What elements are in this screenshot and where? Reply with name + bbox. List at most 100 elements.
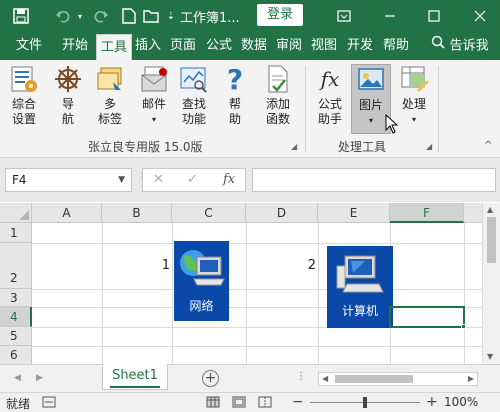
picture-label: 计算机 (341, 304, 378, 318)
zoom-level[interactable]: 100% (444, 395, 478, 409)
horizontal-scrollbar[interactable]: ◀ ▶ (318, 372, 478, 386)
svg-text:?: ? (227, 64, 243, 94)
page-break-view-icon[interactable] (258, 396, 272, 408)
button-label: 功能 (181, 112, 206, 126)
column-header-b[interactable]: B (102, 203, 172, 223)
tab-tools[interactable]: 工具 (96, 34, 132, 60)
horizontal-scroll-thumb[interactable] (335, 375, 413, 383)
network-picture[interactable]: 网络 (174, 241, 229, 321)
tab-file[interactable]: 文件 (8, 32, 50, 60)
process-button[interactable]: 处理 ▾ (396, 64, 432, 127)
new-file-icon[interactable] (118, 5, 140, 27)
row-header-6[interactable]: 6 (0, 346, 32, 364)
tab-help[interactable]: 帮助 (380, 32, 412, 60)
next-sheet-icon[interactable]: ▶ (36, 373, 43, 383)
vertical-scroll-thumb[interactable] (487, 217, 496, 263)
zoom-in-button[interactable]: + (426, 394, 438, 410)
ribbon-display-icon[interactable] (330, 4, 358, 28)
window-title: 工作簿1... (180, 11, 240, 26)
restore-icon[interactable] (420, 4, 448, 28)
column-header-d[interactable]: D (246, 203, 318, 223)
undo-icon[interactable] (52, 5, 74, 27)
gridline (32, 243, 482, 244)
scroll-up-icon[interactable]: ▲ (487, 205, 493, 214)
column-header-e[interactable]: E (318, 203, 390, 223)
minimize-icon[interactable] (376, 4, 404, 28)
mail-button[interactable]: 邮件 ▾ (136, 64, 172, 127)
group-separator (438, 66, 439, 152)
multi-tab-button[interactable]: 多 标签 (92, 64, 128, 127)
help-button[interactable]: ? 帮 助 (220, 64, 250, 127)
row-header-3[interactable]: 3 (0, 289, 32, 307)
column-header-c[interactable]: C (172, 203, 246, 223)
formula-helper-button[interactable]: fx 公式 助手 (312, 64, 348, 127)
vertical-scrollbar[interactable]: ▲ ▼ (482, 203, 500, 364)
row-header-2[interactable]: 2 (0, 243, 32, 289)
fx-icon: fx (319, 67, 340, 91)
add-function-icon (268, 65, 288, 93)
gridline (32, 289, 482, 290)
previous-sheet-icon[interactable]: ◀ (14, 373, 21, 383)
tab-insert[interactable]: 插入 (133, 32, 163, 60)
redo-icon[interactable] (90, 5, 112, 27)
insert-function-button[interactable]: fx (223, 169, 235, 191)
login-button[interactable]: 登录 (257, 4, 303, 26)
tab-review[interactable]: 审阅 (273, 32, 305, 60)
button-label: 设置 (11, 112, 36, 126)
group-separator (305, 66, 306, 152)
add-function-button[interactable]: 添加 函数 (260, 64, 296, 127)
computer-picture[interactable]: 计算机 (327, 246, 393, 328)
group-label-processing: 处理工具 (338, 140, 387, 154)
collapse-ribbon-icon[interactable]: ^ (484, 140, 492, 151)
dialog-launcher-icon[interactable]: ◢ (291, 142, 297, 151)
computer-icon (336, 255, 384, 293)
button-label: 导 (61, 97, 74, 111)
select-all-button[interactable] (0, 203, 32, 223)
tab-split-handle-icon[interactable]: ⋮ (296, 371, 306, 382)
scroll-right-icon[interactable]: ▶ (468, 374, 474, 383)
tab-home[interactable]: 开始 (56, 32, 94, 60)
tab-view[interactable]: 视图 (308, 32, 340, 60)
row-header-1[interactable]: 1 (0, 223, 32, 243)
page-layout-view-icon[interactable] (232, 396, 246, 408)
name-box-value: F4 (12, 173, 27, 187)
dialog-launcher-icon[interactable]: ◢ (426, 142, 432, 151)
folder-icon[interactable] (140, 5, 162, 27)
column-header-a[interactable]: A (32, 203, 102, 223)
column-header-f[interactable]: F (390, 203, 464, 223)
picture-label: 网络 (189, 299, 214, 313)
tab-formulas[interactable]: 公式 (203, 32, 235, 60)
cell-b2[interactable]: 1 (102, 258, 170, 273)
navigation-button[interactable]: 导 航 (50, 64, 86, 127)
scroll-down-icon[interactable]: ▼ (487, 352, 493, 361)
find-function-button[interactable]: 查找 功能 (176, 64, 212, 127)
save-icon[interactable] (10, 5, 32, 27)
zoom-out-button[interactable]: − (292, 394, 304, 410)
ribbon-tabs: 文件 开始 工具 插入 页面 公式 数据 审阅 视图 开发 帮助 告诉我 (0, 32, 500, 60)
accessibility-icon[interactable] (42, 396, 56, 408)
close-icon[interactable] (466, 4, 494, 28)
fill-handle[interactable] (461, 324, 466, 329)
cancel-edit-button[interactable]: ✕ (153, 169, 164, 191)
comprehensive-settings-button[interactable]: 综合 设置 (6, 64, 42, 127)
undo-dropdown-icon[interactable]: ▾ (74, 5, 86, 27)
row-header-4[interactable]: 4 (0, 307, 32, 327)
add-sheet-button[interactable]: + (202, 370, 219, 387)
customize-quick-access-icon[interactable]: ⇣ (160, 5, 182, 27)
tab-developer[interactable]: 开发 (343, 32, 377, 60)
scroll-left-icon[interactable]: ◀ (322, 374, 328, 383)
cell-d2[interactable]: 2 (246, 258, 316, 273)
formula-input[interactable] (252, 168, 496, 192)
tab-data[interactable]: 数据 (238, 32, 270, 60)
normal-view-icon[interactable] (206, 396, 220, 408)
confirm-edit-button[interactable]: ✓ (187, 169, 198, 191)
chevron-down-icon[interactable]: ▼ (118, 169, 125, 191)
selected-cell-f4[interactable] (389, 306, 465, 328)
tab-page-layout[interactable]: 页面 (166, 32, 200, 60)
name-box[interactable]: F4 ▼ (5, 168, 132, 192)
row-header-5[interactable]: 5 (0, 327, 32, 346)
worksheet-grid[interactable]: A B C D E F 1 2 3 4 5 6 1 2 网络 计算机 (0, 203, 500, 364)
column-header-g[interactable] (464, 203, 484, 223)
tell-me-box[interactable]: 告诉我 (420, 32, 500, 60)
zoom-slider-thumb[interactable] (363, 397, 367, 408)
